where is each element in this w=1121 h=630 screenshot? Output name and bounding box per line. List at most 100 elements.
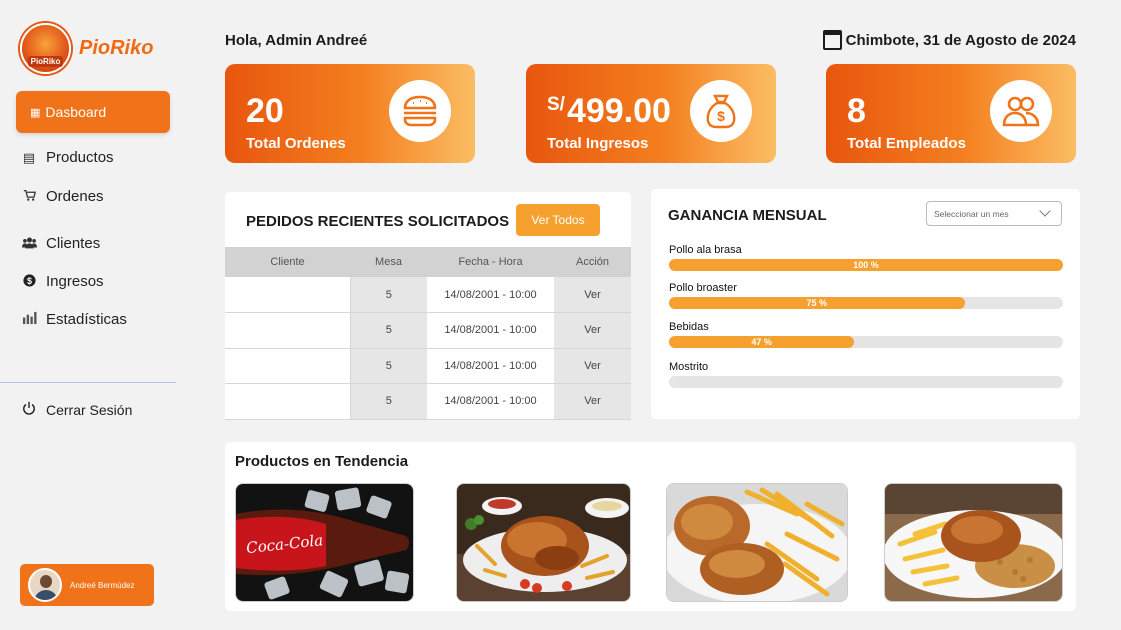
progress-track [669,376,1063,388]
chevron-down-icon [1039,205,1051,217]
monthly-profit-panel: GANANCIA MENSUAL Seleccionar un mes Poll… [651,189,1080,419]
profit-bar-row: Pollo ala brasa 100 % [669,244,1063,271]
svg-text:$: $ [717,108,725,124]
view-all-button[interactable]: Ver Todos [516,204,600,236]
bar-label: Mostrito [669,361,709,373]
view-order-link[interactable]: Ver [554,383,631,420]
logo-badge-icon: PioRiko [20,23,71,74]
cell-cliente [225,348,351,384]
table-row[interactable]: 5 14/08/2001 - 10:00 Ver [225,383,631,420]
product-card-pollo-brasa[interactable] [456,483,631,602]
stat-card-ingresos[interactable]: S/499.00 Total Ingresos $ [526,64,776,163]
sidebar-item-label: Estadísticas [46,311,127,328]
stat-value: 20 [246,92,284,130]
sidebar-item-clientes[interactable]: Clientes [21,235,100,252]
cell-cliente [225,383,351,420]
user-name: Andreé Bermúdez [70,580,135,590]
cell-fecha: 14/08/2001 - 10:00 [427,348,554,384]
view-order-link[interactable]: Ver [554,348,631,384]
progress-fill: 75 % [669,297,965,309]
panel-title: PEDIDOS RECIENTES SOLICITADOS [246,213,510,230]
cell-mesa: 5 [350,312,427,349]
bar-chart-icon [21,311,37,328]
date-display: Chimbote, 31 de Agosto de 2024 [822,30,1076,50]
cell-cliente [225,277,351,313]
panel-title: Productos en Tendencia [235,453,409,470]
calendar-icon [822,30,842,50]
brand-logo[interactable]: PioRiko PioRiko [20,23,153,74]
svg-text:$: $ [27,275,32,285]
cell-mesa: 5 [350,277,427,313]
stat-card-ordenes[interactable]: 20 Total Ordenes [225,64,475,163]
sidebar-item-ingresos[interactable]: $ Ingresos [21,273,104,290]
progress-fill: 100 % [669,259,1063,271]
progress-track: 47 % [669,336,1063,348]
stat-value: S/499.00 [547,92,671,131]
user-profile-card[interactable]: Andreé Bermúdez [20,564,154,606]
logo-badge-text: PioRiko [27,56,64,67]
stat-amount: 499.00 [566,92,671,130]
cell-fecha: 14/08/2001 - 10:00 [427,277,554,313]
bar-label: Bebidas [669,321,709,333]
progress-track: 100 % [669,259,1063,271]
avatar [28,568,62,602]
sidebar-item-label: Productos [46,149,114,166]
mostrito-image [885,484,1062,601]
month-select[interactable]: Seleccionar un mes [926,201,1062,226]
bar-label: Pollo broaster [669,282,737,294]
sidebar-item-label: Ingresos [46,273,104,290]
column-header-fecha[interactable]: Fecha - Hora [427,247,554,277]
stat-label: Total Ordenes [246,135,346,152]
sidebar-item-label: Ordenes [46,188,104,205]
sidebar-item-dashboard[interactable]: ▦ Dasboard [16,91,170,133]
view-order-link[interactable]: Ver [554,277,631,313]
column-header-cliente[interactable]: Cliente [225,247,350,277]
dashboard-icon: ▦ [30,106,41,119]
pollo-a-la-brasa-image [457,484,630,601]
month-select-placeholder: Seleccionar un mes [934,208,1009,219]
column-header-accion[interactable]: Acción [554,247,631,277]
stat-card-empleados[interactable]: 8 Total Empleados [826,64,1076,163]
product-card-pollo-broaster[interactable] [666,483,848,602]
sidebar: PioRiko PioRiko ▦ Dasboard ▤ Productos O… [0,0,176,630]
column-header-mesa[interactable]: Mesa [350,247,427,277]
bar-label: Pollo ala brasa [669,244,742,256]
power-icon [21,401,37,418]
logout-button[interactable]: Cerrar Sesión [21,401,132,418]
stat-label: Total Empleados [847,135,966,152]
table-header-row: Cliente Mesa Fecha - Hora Acción [225,247,631,277]
sidebar-item-label: Clientes [46,235,101,252]
recent-orders-panel: PEDIDOS RECIENTES SOLICITADOS Ver Todos … [225,192,631,420]
orders-table: Cliente Mesa Fecha - Hora Acción 5 14/08… [225,247,631,420]
table-row[interactable]: 5 14/08/2001 - 10:00 Ver [225,348,631,384]
burger-icon [389,80,451,142]
sidebar-item-productos[interactable]: ▤ Productos [21,149,114,166]
sidebar-item-estadisticas[interactable]: Estadísticas [21,311,127,328]
profit-bar-row: Mostrito [669,361,1063,388]
sidebar-divider [0,382,176,383]
cell-mesa: 5 [350,383,427,420]
dollar-coin-icon: $ [21,273,37,290]
cell-cliente [225,312,351,349]
pollo-broaster-image [667,484,847,601]
users-icon [21,236,37,252]
products-icon: ▤ [22,149,36,165]
cell-mesa: 5 [350,348,427,384]
coca-cola-image: Coca-Cola [236,484,413,601]
profit-bar-row: Pollo broaster 75 % [669,282,1063,309]
view-order-link[interactable]: Ver [554,312,631,349]
brand-name: PioRiko [79,37,154,59]
product-card-mostrito[interactable] [884,483,1063,602]
progress-track: 75 % [669,297,1063,309]
employees-icon [990,80,1052,142]
date-text: Chimbote, 31 de Agosto de 2024 [845,31,1076,49]
panel-title: GANANCIA MENSUAL [668,207,827,224]
progress-fill: 47 % [669,336,855,348]
table-row[interactable]: 5 14/08/2001 - 10:00 Ver [225,312,631,349]
money-bag-icon: $ [690,80,752,142]
sidebar-item-label: Dasboard [45,104,107,120]
sidebar-item-ordenes[interactable]: Ordenes [21,188,104,205]
table-row[interactable]: 5 14/08/2001 - 10:00 Ver [225,277,631,313]
product-card-coca-cola[interactable]: Coca-Cola [235,483,414,602]
cell-fecha: 14/08/2001 - 10:00 [427,312,554,349]
